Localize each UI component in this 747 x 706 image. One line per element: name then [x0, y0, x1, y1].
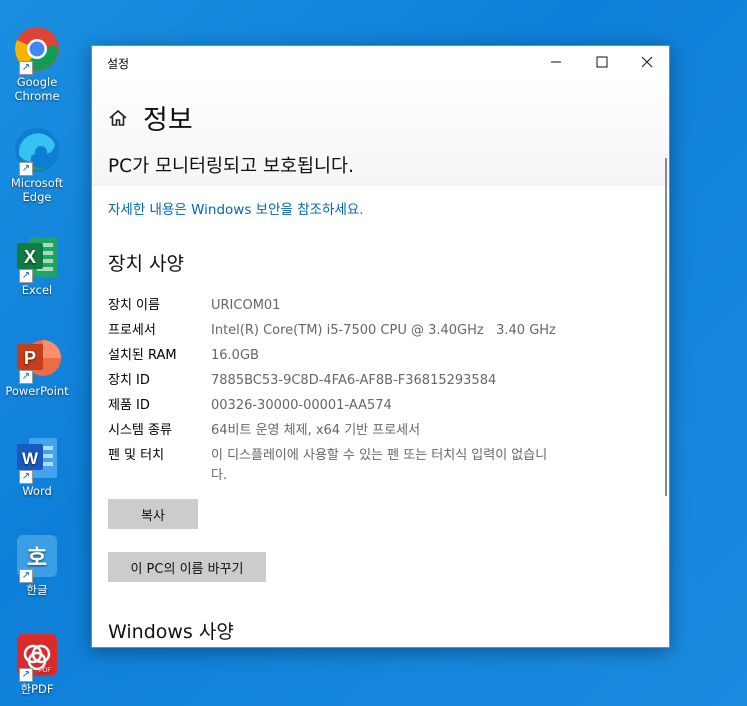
icon-label: Excel [21, 283, 53, 297]
svg-text:X: X [24, 247, 36, 267]
spec-value: Intel(R) Core(TM) i5-7500 CPU @ 3.40GHz … [211, 323, 556, 338]
spec-label: 제품 ID [108, 398, 150, 413]
spec-value: 이 디스플레이에 사용할 수 있는 펜 또는 터치식 입력이 없습니다. [211, 448, 548, 483]
excel-icon: X ↗ [13, 233, 61, 283]
icon-label: PowerPoint [5, 384, 69, 398]
svg-text:PDF: PDF [39, 668, 51, 674]
device-specs-heading: 장치 사양 [108, 253, 184, 275]
copy-button[interactable]: 복사 [108, 499, 198, 529]
spec-label: 시스템 종류 [108, 423, 172, 438]
home-icon[interactable] [108, 108, 128, 128]
spec-value: 16.0GB [211, 348, 259, 363]
minimize-button[interactable] [533, 46, 579, 78]
icon-label: Microsoft [10, 176, 64, 190]
scrollbar[interactable] [665, 158, 667, 496]
shortcut-arrow-icon: ↗ [19, 61, 33, 75]
spec-label: 설치된 RAM [108, 348, 177, 363]
desktop-icon-powerpoint[interactable]: P ↗ PowerPoint [4, 334, 70, 398]
desktop-icon-hanpdf[interactable]: PDF ↗ 한PDF [4, 632, 70, 696]
shortcut-arrow-icon: ↗ [19, 162, 33, 176]
maximize-icon [596, 56, 608, 68]
shortcut-arrow-icon: ↗ [19, 370, 33, 384]
powerpoint-icon: P ↗ [13, 334, 61, 384]
settings-content: PC가 모니터링되고 보호됩니다. 자세한 내용은 Windows 보안을 참조… [92, 142, 669, 647]
spec-label: 펜 및 터치 [108, 448, 165, 463]
windows-specs-heading: Windows 사양 [108, 621, 234, 643]
maximize-button[interactable] [579, 46, 625, 78]
chrome-icon: ↗ [13, 25, 61, 75]
protection-status: PC가 모니터링되고 보호됩니다. [108, 156, 354, 177]
desktop-icon-edge[interactable]: ↗ Microsoft Edge [4, 126, 70, 204]
desktop-icon-chrome[interactable]: ↗ Google Chrome [4, 25, 70, 103]
spec-value: 64비트 운영 체제, x64 기반 프로세서 [211, 423, 421, 438]
page-title: 정보 [143, 105, 193, 136]
spec-label: 프로세서 [108, 323, 156, 338]
shortcut-arrow-icon: ↗ [19, 470, 33, 484]
desktop-icon-hangul[interactable]: 호 ↗ 한글 [4, 533, 70, 597]
icon-label: 한글 [26, 583, 48, 597]
window-title: 설정 [107, 57, 130, 71]
hanpdf-icon: PDF ↗ [13, 632, 61, 682]
desktop-icon-excel[interactable]: X ↗ Excel [4, 233, 70, 297]
spec-value: 00326-30000-00001-AA574 [211, 398, 392, 413]
svg-text:호: 호 [27, 546, 47, 571]
rename-pc-button[interactable]: 이 PC의 이름 바꾸기 [108, 552, 266, 582]
title-bar[interactable]: 설정 [92, 46, 669, 78]
svg-text:P: P [24, 348, 36, 368]
shortcut-arrow-icon: ↗ [19, 668, 33, 682]
shortcut-arrow-icon: ↗ [19, 569, 33, 583]
icon-label: Word [22, 484, 52, 498]
svg-text:W: W [22, 449, 39, 468]
hangul-icon: 호 ↗ [13, 533, 61, 583]
shortcut-arrow-icon: ↗ [19, 269, 33, 283]
word-icon: W ↗ [13, 434, 61, 484]
settings-window: 설정 정보 PC가 모니터링되고 보호됩니다. 자세한 내용은 Windows … [91, 45, 670, 648]
spec-value: URICOM01 [211, 298, 281, 313]
edge-icon: ↗ [13, 126, 61, 176]
spec-value: 7885BC53-9C8D-4FA6-AF8B-F36815293584 [211, 373, 497, 388]
close-icon [641, 56, 653, 68]
minimize-icon [551, 61, 561, 63]
windows-security-link[interactable]: 자세한 내용은 Windows 보안을 참조하세요. [108, 198, 364, 218]
icon-label: Google [16, 75, 58, 89]
icon-label: Chrome [14, 89, 60, 103]
close-button[interactable] [624, 46, 669, 78]
icon-label: 한PDF [20, 682, 54, 696]
desktop-icon-word[interactable]: W ↗ Word [4, 434, 70, 498]
icon-label: Edge [22, 190, 52, 204]
spec-label: 장치 이름 [108, 298, 160, 313]
spec-label: 장치 ID [108, 373, 150, 388]
